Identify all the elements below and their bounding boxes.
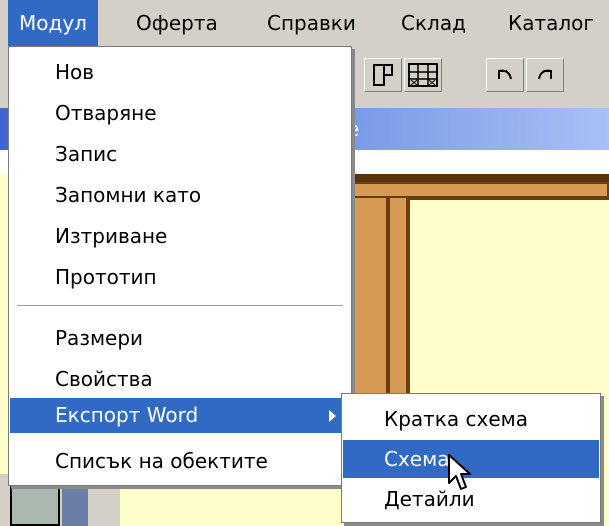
menu-item-prototype[interactable]: Прототип: [10, 260, 350, 295]
menu-module[interactable]: Модул: [8, 0, 98, 46]
menu-separator: [17, 305, 343, 307]
menu-item-delete[interactable]: Изтриване: [10, 219, 350, 254]
redo-button[interactable]: [526, 58, 564, 92]
menu-offer[interactable]: Оферта: [125, 0, 229, 46]
mouse-cursor-icon: [448, 454, 471, 490]
frame-top-rail: [352, 182, 609, 198]
menu-item-object-list[interactable]: Списък на обектите: [10, 444, 350, 479]
window-icon: [373, 64, 393, 86]
submenu-item-short-scheme[interactable]: Кратка схема: [343, 400, 599, 438]
undo-button[interactable]: [486, 58, 524, 92]
menu-catalog[interactable]: Каталог: [497, 0, 605, 46]
window-tool-button[interactable]: [364, 58, 402, 92]
menu-bar: Модул Оферта Справки Склад Каталог: [0, 0, 609, 46]
submenu-arrow-icon: [329, 410, 336, 422]
menu-item-properties[interactable]: Свойства: [10, 362, 350, 397]
menu-item-export-word[interactable]: Експорт Word: [10, 398, 350, 433]
menu-reports[interactable]: Справки: [256, 0, 367, 46]
menu-warehouse[interactable]: Склад: [390, 0, 477, 46]
undo-icon: [498, 69, 512, 80]
grid-icon: [408, 63, 438, 87]
menu-item-new[interactable]: Нов: [10, 55, 350, 90]
menu-item-export-word-label: Експорт Word: [55, 403, 199, 427]
menu-item-save-as[interactable]: Запомни като: [10, 178, 350, 213]
menu-item-save[interactable]: Запис: [10, 137, 350, 172]
grid-tool-button[interactable]: [404, 58, 442, 92]
module-dropdown-menu: Нов Отваряне Запис Запомни като Изтриван…: [8, 46, 352, 486]
redo-icon: [538, 69, 552, 80]
frame-top-edge: [340, 174, 609, 182]
menu-item-open[interactable]: Отваряне: [10, 96, 350, 131]
palette-swatch[interactable]: [10, 482, 60, 526]
menu-item-dimensions[interactable]: Размери: [10, 321, 350, 356]
